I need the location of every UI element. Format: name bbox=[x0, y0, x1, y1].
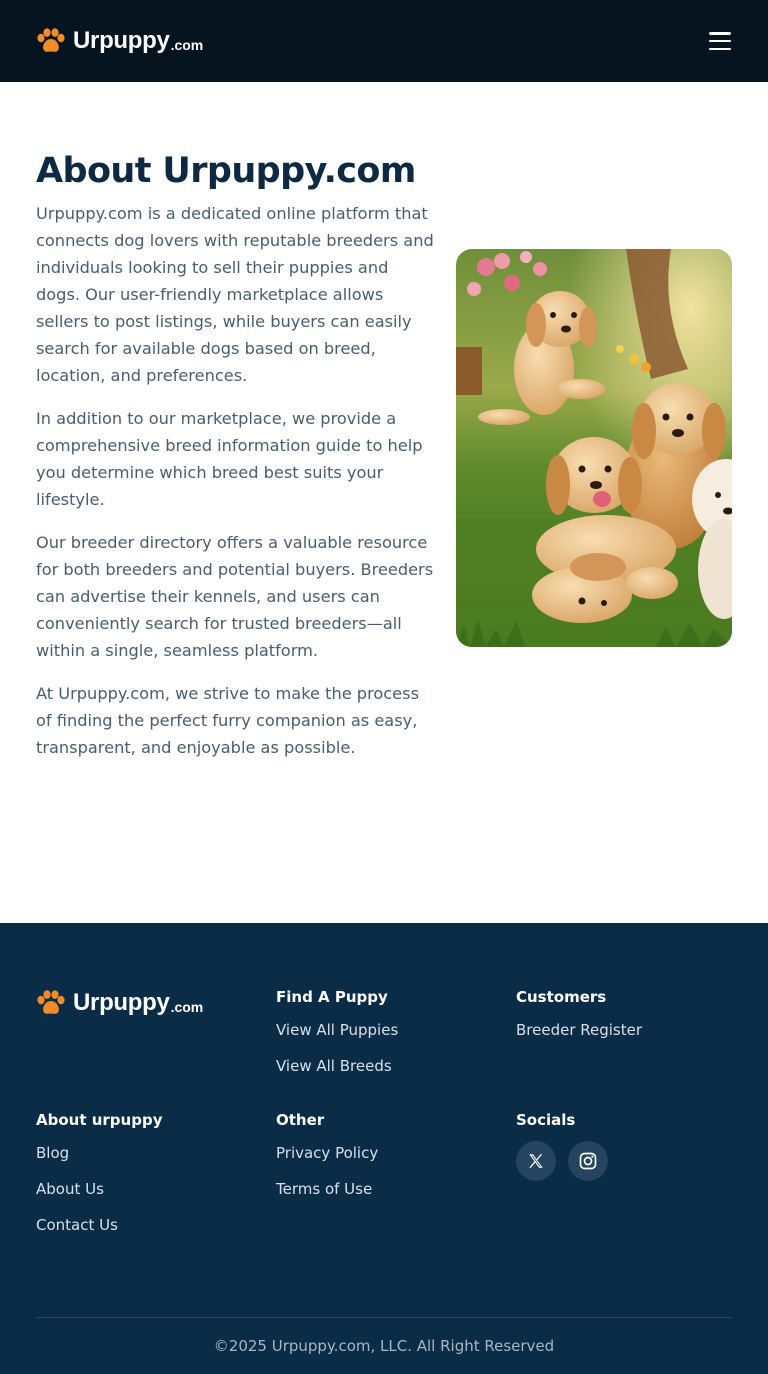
find-a-puppy-heading: Find A Puppy bbox=[276, 988, 388, 1006]
copyright-text: ©2025 Urpuppy.com, LLC. All Right Reserv… bbox=[213, 1337, 555, 1355]
about-urpuppy-heading: About urpuppy bbox=[36, 1111, 163, 1129]
footer-divider bbox=[36, 1317, 732, 1318]
customers-heading: Customers bbox=[516, 988, 607, 1006]
page-title: About Urpuppy.com bbox=[36, 151, 416, 191]
instagram-icon[interactable] bbox=[568, 1141, 608, 1181]
site-footer: Urpuppy .com Find A Puppy View All Puppie… bbox=[0, 923, 768, 1374]
hamburger-menu-icon[interactable] bbox=[708, 30, 732, 52]
site-header: Urpuppy .com bbox=[0, 0, 768, 82]
paw-icon bbox=[37, 28, 65, 52]
paw-icon bbox=[37, 990, 65, 1014]
about-paragraph-1: Urpuppy.com is a dedicated online platfo… bbox=[36, 204, 434, 385]
about-us-link[interactable]: About Us bbox=[36, 1180, 104, 1198]
terms-of-use-link[interactable]: Terms of Use bbox=[276, 1180, 372, 1198]
blog-link[interactable]: Blog bbox=[36, 1144, 69, 1162]
about-section: About Urpuppy.com Urpuppy.com is a dedic… bbox=[0, 82, 768, 923]
header-logo[interactable]: Urpuppy .com bbox=[36, 26, 203, 56]
view-all-breeds-link[interactable]: View All Breeds bbox=[276, 1057, 392, 1075]
footer-logo-tld: .com bbox=[170, 999, 204, 1015]
socials-heading: Socials bbox=[516, 1111, 576, 1129]
about-text-column: About Urpuppy.com Urpuppy.com is a dedic… bbox=[36, 148, 436, 777]
puppies-photo bbox=[456, 249, 732, 647]
x-twitter-icon[interactable] bbox=[516, 1141, 556, 1181]
footer-logo-name: Urpuppy bbox=[73, 989, 170, 1016]
about-paragraph-2: In addition to our marketplace, we provi… bbox=[36, 409, 423, 509]
logo-tld: .com bbox=[170, 37, 204, 53]
breeder-register-link[interactable]: Breeder Register bbox=[516, 1021, 642, 1039]
about-paragraph-4: At Urpuppy.com, we strive to make the pr… bbox=[36, 684, 420, 757]
logo-name: Urpuppy bbox=[73, 27, 170, 54]
footer-logo[interactable]: Urpuppy .com bbox=[36, 988, 203, 1018]
other-heading: Other bbox=[276, 1111, 325, 1129]
contact-us-link[interactable]: Contact Us bbox=[36, 1216, 118, 1234]
view-all-puppies-link[interactable]: View All Puppies bbox=[276, 1021, 398, 1039]
about-paragraph-3: Our breeder directory offers a valuable … bbox=[36, 533, 434, 660]
privacy-policy-link[interactable]: Privacy Policy bbox=[276, 1144, 378, 1162]
